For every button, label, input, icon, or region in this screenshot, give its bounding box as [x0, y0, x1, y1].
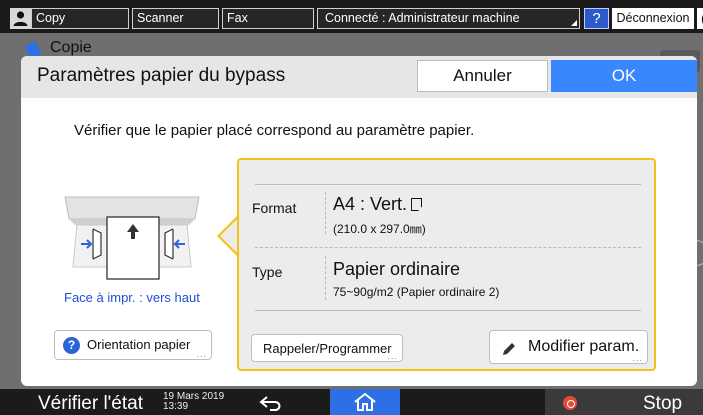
panel-divider-middle: [255, 247, 641, 248]
stop-button[interactable]: Stop: [545, 389, 703, 415]
face-up-label: Face à impr. : vers haut: [64, 290, 200, 305]
help-icon: ?: [592, 10, 601, 27]
type-label: Type: [252, 264, 283, 280]
modify-settings-label: Modifier param.: [528, 338, 640, 355]
paper-settings-panel: Format A4 : Vert. (210.0 x 297.0㎜) Type …: [237, 158, 656, 371]
panel-divider-top: [255, 184, 641, 185]
user-icon: [13, 11, 28, 26]
ok-button[interactable]: OK: [551, 60, 697, 92]
more-dots-icon: ...: [387, 351, 398, 361]
energy-saver-button[interactable]: (: [697, 8, 703, 29]
bypass-paper-dialog: Paramètres papier du bypass Annuler OK V…: [21, 56, 697, 386]
tab-fax[interactable]: Fax: [222, 8, 314, 29]
paper-orientation-label: Orientation papier: [87, 337, 191, 352]
more-dots-icon: ...: [196, 349, 207, 359]
modify-settings-button[interactable]: Modifier param. ...: [489, 330, 648, 364]
home-icon: [354, 393, 376, 411]
format-divider: [325, 192, 326, 234]
recall-program-label: Rappeler/Programmer: [263, 341, 392, 356]
pencil-icon: [503, 343, 515, 355]
tab-scanner-label: Scanner: [137, 11, 184, 25]
check-status-button[interactable]: Vérifier l'état: [38, 393, 143, 415]
instruction-message: Vérifier que le papier placé correspond …: [74, 122, 475, 139]
expand-corner-icon: [571, 20, 577, 26]
background-app-title: Copie: [50, 39, 92, 56]
format-value: A4 : Vert.: [333, 194, 423, 215]
stop-label: Stop: [643, 393, 683, 414]
panel-divider-bottom: [255, 310, 641, 311]
dialog-header: Paramètres papier du bypass Annuler OK: [21, 56, 697, 98]
dialog-title: Paramètres papier du bypass: [37, 65, 286, 86]
logout-button[interactable]: Déconnexion: [612, 8, 694, 29]
bypass-tray-illustration: [64, 196, 200, 280]
login-status-button[interactable]: Connecté : Administrateur machine: [317, 8, 580, 29]
more-dots-icon: ...: [632, 353, 643, 363]
type-divider: [325, 256, 326, 300]
tab-copy[interactable]: Copy: [31, 8, 129, 29]
home-button[interactable]: [330, 389, 400, 415]
format-dimensions: (210.0 x 297.0㎜): [333, 222, 426, 236]
type-detail: 75~90g/m2 (Papier ordinaire 2): [333, 285, 500, 299]
format-value-text: A4 : Vert.: [333, 194, 408, 214]
cancel-button[interactable]: Annuler: [417, 60, 548, 92]
time-text: 13:39: [163, 401, 189, 412]
question-icon: ?: [63, 337, 80, 354]
type-value: Papier ordinaire: [333, 259, 461, 279]
login-status-label: Connecté : Administrateur machine: [325, 11, 520, 25]
help-button[interactable]: ?: [584, 8, 609, 29]
back-icon[interactable]: [258, 394, 284, 412]
user-button[interactable]: [10, 8, 31, 29]
logout-label: Déconnexion: [616, 11, 690, 25]
stop-icon: [563, 396, 577, 410]
tab-copy-label: Copy: [36, 11, 66, 25]
tab-scanner[interactable]: Scanner: [132, 8, 219, 29]
tab-fax-label: Fax: [227, 11, 248, 25]
top-bar: Copy Scanner Fax Connecté : Administrate…: [0, 0, 703, 33]
bottom-bar: Vérifier l'état 19 Mars 2019 13:39 Stop: [0, 389, 703, 415]
paper-orientation-button[interactable]: ? Orientation papier ...: [54, 330, 212, 360]
format-label: Format: [252, 200, 297, 216]
recall-program-button[interactable]: Rappeler/Programmer ...: [251, 334, 403, 362]
portrait-paper-icon: [411, 198, 423, 211]
date-time: 19 Mars 2019 13:39: [163, 392, 224, 412]
